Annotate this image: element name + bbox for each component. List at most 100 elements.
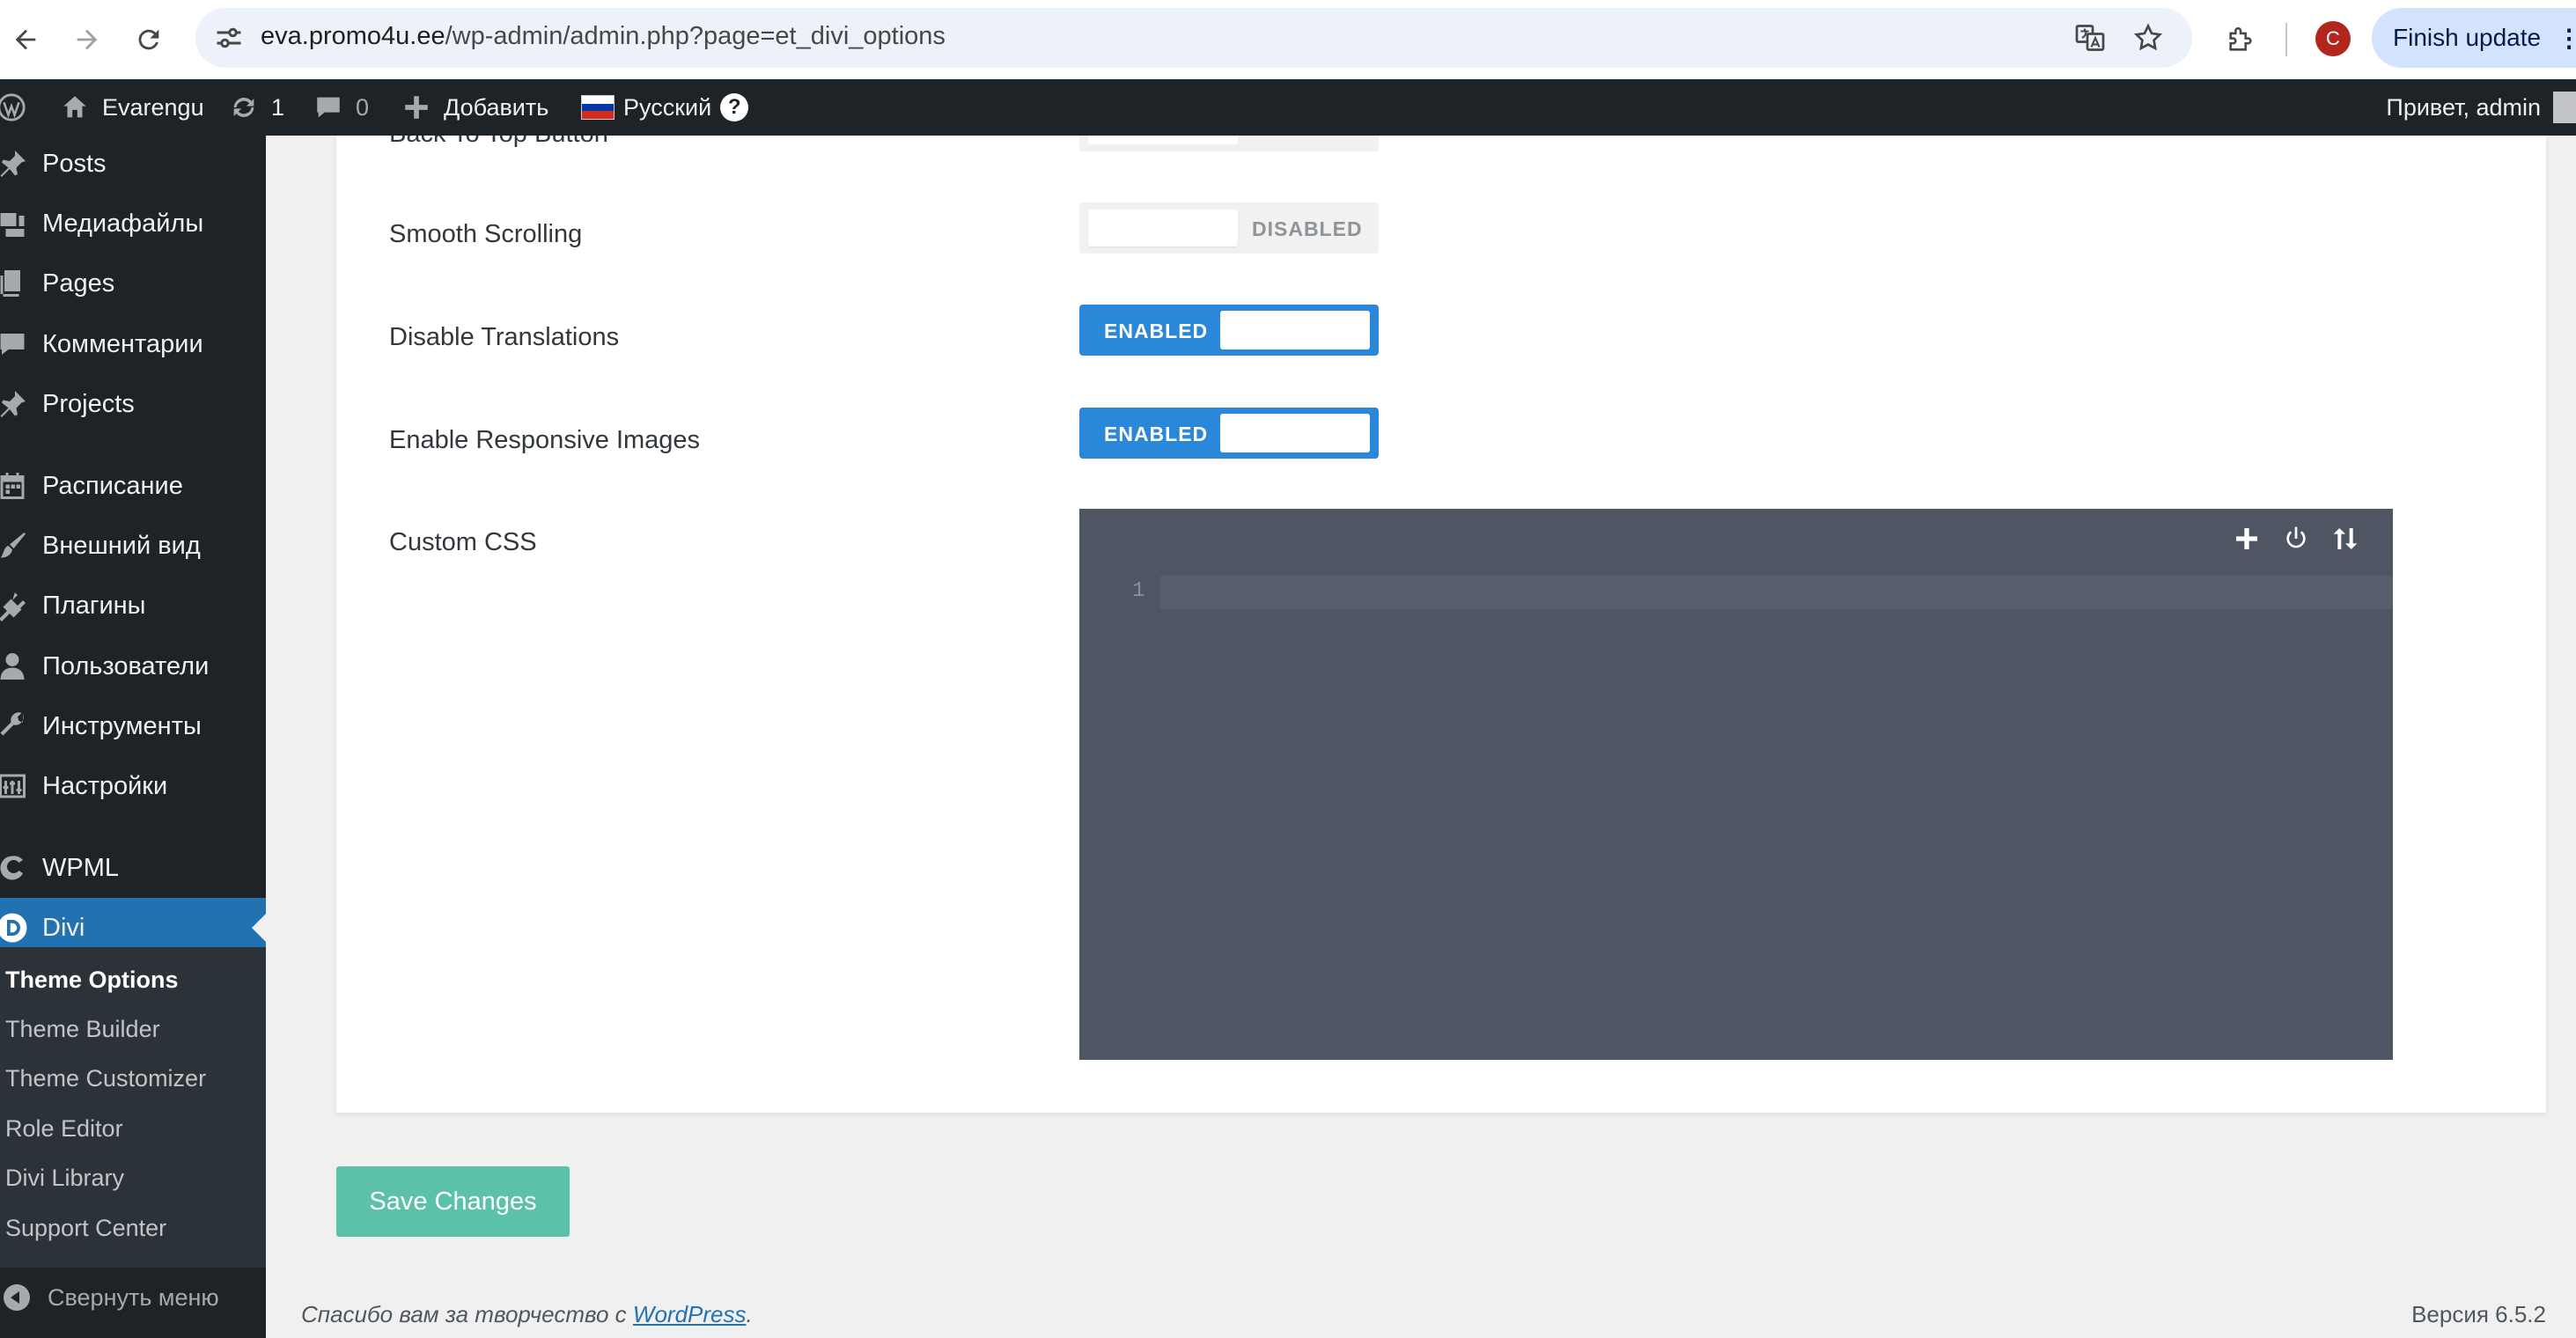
wordpress-logo-icon <box>0 93 26 121</box>
footer-thanks-suffix: . <box>746 1301 753 1327</box>
collapse-menu-button[interactable]: Свернуть меню <box>0 1271 266 1324</box>
submenu-theme-builder[interactable]: Theme Builder <box>5 1016 160 1043</box>
russian-flag-icon <box>581 95 615 120</box>
disable-translations-label: Disable Translations <box>389 323 620 351</box>
sidebar-item-wpml[interactable]: WPML <box>0 838 266 898</box>
custom-css-editor[interactable]: 1 <box>1079 509 2393 1060</box>
pin-icon <box>0 146 30 181</box>
responsive-images-toggle[interactable]: ENABLED <box>1079 408 1379 459</box>
more-vert-icon: ⋮ <box>2557 24 2576 52</box>
avatar <box>2553 92 2576 123</box>
comment-bubble-icon <box>317 97 340 118</box>
finish-update-label: Finish update <box>2393 24 2542 51</box>
back-button[interactable] <box>4 18 48 62</box>
settings-icon <box>0 768 30 804</box>
sidebar-item-label: Комментарии <box>42 329 203 358</box>
sidebar-item-comments[interactable]: Комментарии <box>0 314 266 374</box>
site-name-item[interactable]: Evarengu <box>60 79 204 136</box>
updates-icon <box>233 98 254 117</box>
sidebar-item-label: Медиафайлы <box>42 209 204 238</box>
toggle-state-label: DISABLED <box>1252 217 1363 240</box>
admin-sidebar: Posts Медиафайлы Pages Комментарии Proje… <box>0 136 266 1338</box>
sidebar-item-posts[interactable]: Posts <box>0 134 266 194</box>
sidebar-item-label: Расписание <box>42 471 183 500</box>
help-icon[interactable]: ? <box>720 93 749 121</box>
sidebar-item-appearance[interactable]: Внешний вид <box>0 516 266 576</box>
comments-item[interactable]: 0 <box>313 79 369 136</box>
power-icon[interactable] <box>2278 521 2314 556</box>
collapse-arrow-icon <box>4 1284 30 1311</box>
submenu-theme-options[interactable]: Theme Options <box>5 967 179 994</box>
pages-icon <box>0 266 30 301</box>
toggle-knob <box>1088 210 1238 246</box>
pin-icon <box>0 386 30 422</box>
wpml-icon <box>0 850 30 886</box>
add-new-label: Добавить <box>444 93 549 121</box>
sort-arrows-icon[interactable] <box>2328 521 2363 556</box>
submenu-role-editor[interactable]: Role Editor <box>5 1115 123 1143</box>
sidebar-item-pages[interactable]: Pages <box>0 254 266 313</box>
updates-item[interactable]: 1 <box>229 79 284 136</box>
sidebar-item-label: Настройки <box>42 771 168 800</box>
wrench-icon <box>0 709 30 744</box>
sidebar-item-users[interactable]: Пользователи <box>0 636 266 696</box>
add-new-item[interactable]: Добавить <box>401 79 548 136</box>
profile-avatar[interactable]: C <box>2315 21 2351 56</box>
url-path: /wp-admin/admin.php?page=et_divi_options <box>445 22 946 50</box>
site-name: Evarengu <box>102 93 204 121</box>
save-changes-button[interactable]: Save Changes <box>336 1166 570 1237</box>
url-host: eva.promo4u.ee <box>261 22 445 50</box>
finish-update-button[interactable]: Finish update ⋮ <box>2372 8 2576 68</box>
sidebar-item-label: Внешний вид <box>42 531 201 560</box>
home-icon <box>63 96 86 118</box>
site-info-icon[interactable] <box>213 22 245 54</box>
smooth-scrolling-toggle[interactable]: DISABLED <box>1079 202 1379 254</box>
language-label: Русский <box>623 93 712 121</box>
wp-admin-bar: Evarengu 1 0 Добавить Русский ? Привет, … <box>0 79 2576 136</box>
my-account-item[interactable]: Привет, admin <box>2386 79 2576 136</box>
submenu-theme-customizer[interactable]: Theme Customizer <box>5 1065 206 1092</box>
current-menu-arrow <box>252 914 266 942</box>
responsive-images-label: Enable Responsive Images <box>389 426 701 454</box>
bookmark-star-icon[interactable] <box>2132 22 2164 54</box>
divi-icon <box>0 910 30 945</box>
language-switcher[interactable]: Русский ? <box>581 79 749 136</box>
toggle-state-label: ENABLED <box>1104 320 1209 342</box>
reload-icon <box>138 29 159 50</box>
sidebar-item-label: Posts <box>42 149 107 178</box>
toolbar-divider <box>2285 23 2287 56</box>
back-to-top-label: Back To Top Button <box>389 136 608 149</box>
line-number: 1 <box>1132 579 1145 603</box>
wordpress-link[interactable]: WordPress <box>633 1301 747 1327</box>
comment-icon <box>0 327 30 362</box>
sidebar-item-projects[interactable]: Projects <box>0 374 266 434</box>
disable-translations-toggle[interactable]: ENABLED <box>1079 305 1379 356</box>
translate-icon[interactable] <box>2074 22 2106 54</box>
submenu-divi-library[interactable]: Divi Library <box>5 1165 124 1192</box>
url-text[interactable]: eva.promo4u.ee/wp-admin/admin.php?page=e… <box>261 22 946 51</box>
sidebar-item-label: Divi <box>42 913 85 942</box>
toggle-state-label: ENABLED <box>1104 423 1209 445</box>
custom-css-label: Custom CSS <box>389 528 537 556</box>
updates-count: 1 <box>271 93 285 121</box>
toggle-knob <box>1220 311 1370 349</box>
divi-submenu: Theme Options Theme Builder Theme Custom… <box>0 947 266 1268</box>
sidebar-item-label: Projects <box>42 389 135 418</box>
extensions-button[interactable] <box>2219 18 2263 62</box>
back-to-top-toggle[interactable] <box>1079 136 1379 151</box>
address-bar[interactable]: eva.promo4u.ee/wp-admin/admin.php?page=e… <box>195 8 2192 68</box>
sidebar-item-plugins[interactable]: Плагины <box>0 576 266 636</box>
wp-logo-item[interactable] <box>0 79 39 136</box>
sidebar-item-tools[interactable]: Инструменты <box>0 696 266 756</box>
sidebar-item-media[interactable]: Медиафайлы <box>0 194 266 254</box>
user-icon <box>0 649 30 684</box>
brush-icon <box>0 528 30 563</box>
add-icon[interactable] <box>2229 521 2264 556</box>
browser-toolbar: eva.promo4u.ee/wp-admin/admin.php?page=e… <box>0 0 2576 79</box>
forward-button[interactable] <box>65 18 109 62</box>
sidebar-item-label: Pages <box>42 268 115 298</box>
submenu-support-center[interactable]: Support Center <box>5 1215 166 1242</box>
reload-button[interactable] <box>127 18 171 62</box>
sidebar-item-settings[interactable]: Настройки <box>0 756 266 816</box>
sidebar-item-schedule[interactable]: Расписание <box>0 456 266 516</box>
